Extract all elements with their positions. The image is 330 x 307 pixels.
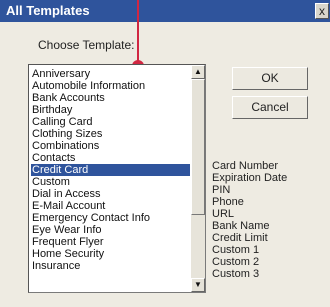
- field-name: Credit Limit: [212, 232, 268, 244]
- list-item[interactable]: Frequent Flyer: [31, 236, 190, 248]
- list-item[interactable]: Calling Card: [31, 116, 190, 128]
- field-name: Custom 3: [212, 268, 260, 280]
- close-button[interactable]: x: [315, 3, 329, 19]
- field-name: Card Number: [212, 160, 279, 172]
- list-item-selected[interactable]: Credit Card: [31, 164, 190, 176]
- scroll-down-icon: ▼: [194, 280, 202, 289]
- scroll-up-icon: ▲: [194, 67, 202, 76]
- list-item[interactable]: Combinations: [31, 140, 190, 152]
- list-scrollbar[interactable]: ▲ ▼: [191, 65, 205, 292]
- field-name: PIN: [212, 184, 231, 196]
- list-item[interactable]: Custom: [31, 176, 190, 188]
- list-item[interactable]: Clothing Sizes: [31, 128, 190, 140]
- ok-button[interactable]: OK: [232, 67, 308, 90]
- field-name: Phone: [212, 196, 244, 208]
- close-icon: x: [319, 4, 325, 18]
- field-name: Bank Name: [212, 220, 270, 232]
- template-field-list: Card Number Expiration Date PIN Phone URL Ban…: [212, 160, 322, 280]
- title-bar: All Templates x: [0, 0, 330, 22]
- field-name: URL: [212, 208, 235, 220]
- list-item[interactable]: Anniversary: [31, 68, 190, 80]
- choose-template-label: Choose Template:: [38, 38, 135, 52]
- window-title: All Templates: [6, 3, 90, 18]
- field-name: Expiration Date: [212, 172, 288, 184]
- scroll-up-button[interactable]: ▲: [191, 65, 205, 79]
- scroll-thumb[interactable]: [191, 79, 205, 215]
- list-item[interactable]: Dial in Access: [31, 188, 190, 200]
- list-item[interactable]: Eye Wear Info: [31, 224, 190, 236]
- field-name: Custom 1: [212, 244, 260, 256]
- list-item[interactable]: Home Security: [31, 248, 190, 260]
- list-item[interactable]: Birthday: [31, 104, 190, 116]
- annotation-pointer-line: [137, 0, 139, 62]
- list-item[interactable]: Contacts: [31, 152, 190, 164]
- list-item[interactable]: Insurance: [31, 260, 190, 272]
- template-list: Anniversary Automobile Information Bank Ac…: [31, 68, 190, 272]
- cancel-button[interactable]: Cancel: [232, 96, 308, 119]
- scroll-down-button[interactable]: ▼: [191, 278, 205, 292]
- list-item[interactable]: E-Mail Account: [31, 200, 190, 212]
- list-item[interactable]: Automobile Information: [31, 80, 190, 92]
- field-name: Custom 2: [212, 256, 260, 268]
- list-item[interactable]: Emergency Contact Info: [31, 212, 190, 224]
- template-listbox[interactable]: Anniversary Automobile Information Bank Ac…: [28, 64, 206, 293]
- list-item[interactable]: Bank Accounts: [31, 92, 190, 104]
